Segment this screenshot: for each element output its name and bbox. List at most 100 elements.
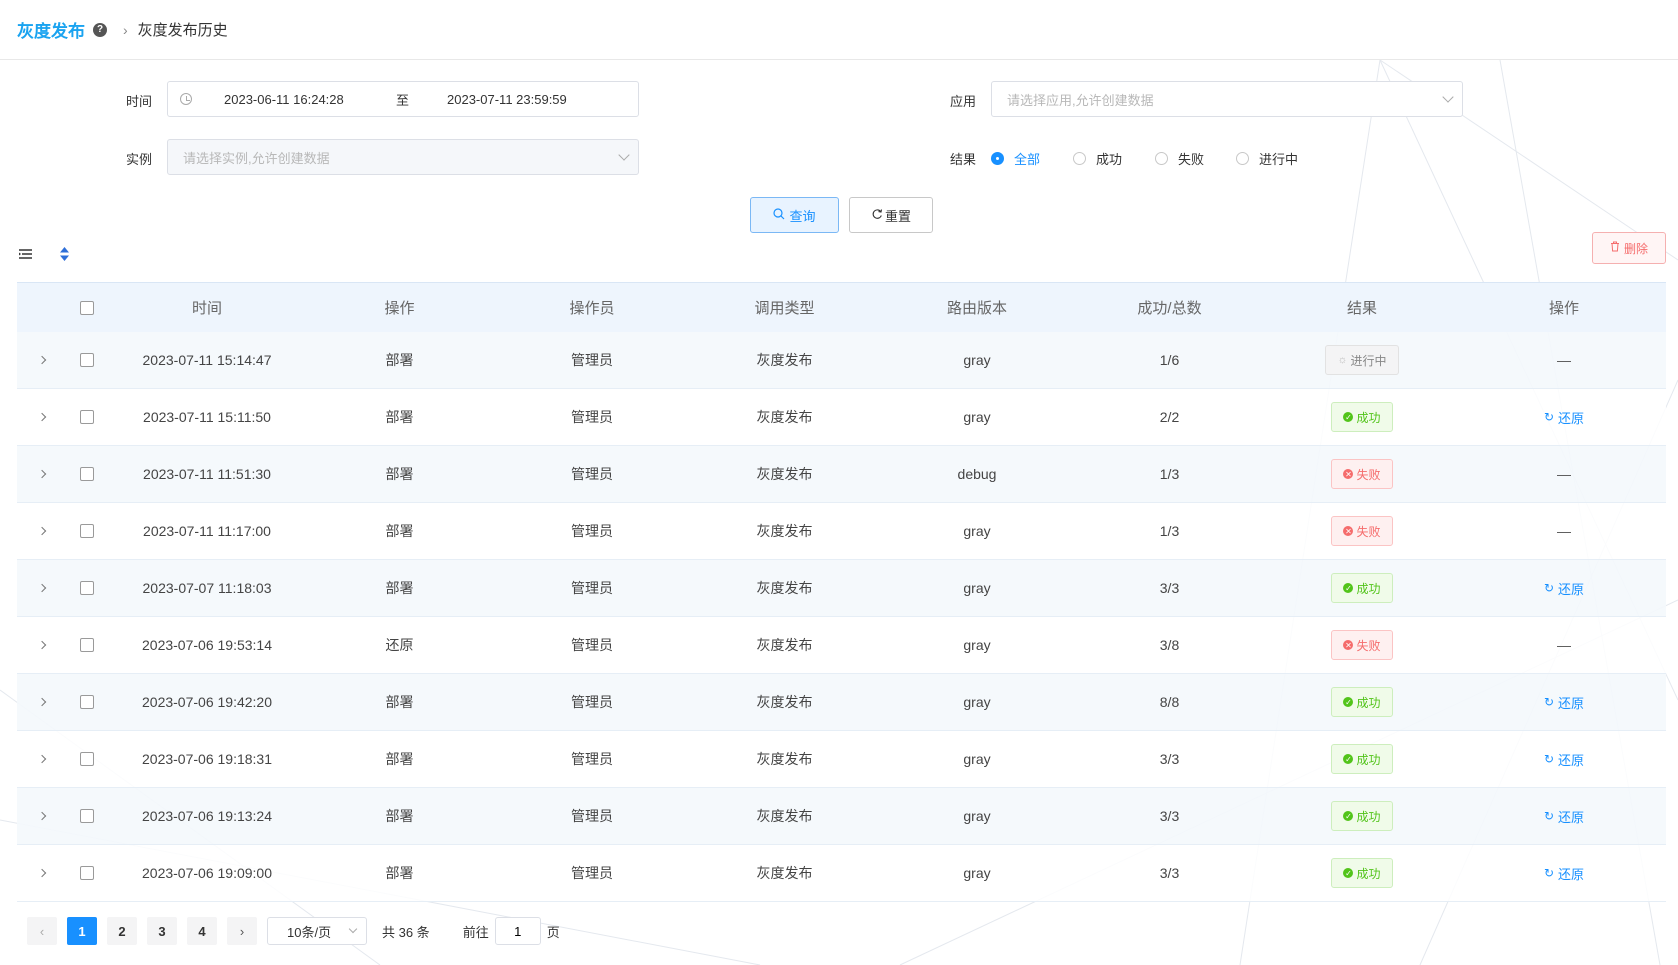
time-range-picker[interactable]: 2023-06-11 16:24:28 至 2023-07-11 23:59:5… — [167, 81, 639, 117]
status-badge: ✕ 失败 — [1331, 630, 1393, 660]
expand-cell[interactable] — [17, 731, 67, 787]
cell-operator: 管理员 — [571, 466, 613, 482]
chevron-right-icon[interactable] — [37, 412, 47, 422]
restore-button[interactable]: ↻ 还原 — [1544, 750, 1584, 769]
table-row: 2023-07-07 11:18:03 部署 管理员 灰度发布 gray 3/3 ✓ 成功 ↻ 还… — [17, 560, 1666, 617]
expand-cell[interactable] — [17, 560, 67, 616]
row-checkbox[interactable] — [80, 467, 94, 481]
restore-label: 还原 — [1558, 809, 1585, 825]
row-checkbox[interactable] — [80, 695, 94, 709]
table-row: 2023-07-11 15:11:50 部署 管理员 灰度发布 gray 2/2 ✓ 成功 ↻ 还… — [17, 389, 1666, 446]
goto-page-input[interactable] — [494, 917, 541, 945]
cell-route-version: gray — [963, 352, 991, 368]
row-checkbox[interactable] — [80, 581, 94, 595]
chevron-right-icon[interactable] — [37, 697, 47, 707]
expand-cell[interactable] — [17, 674, 67, 730]
radio-fail[interactable]: 失败 — [1155, 149, 1204, 168]
page-4-button[interactable]: 4 — [187, 917, 217, 945]
row-checkbox[interactable] — [80, 353, 94, 367]
restore-button[interactable]: ↻ 还原 — [1544, 693, 1584, 712]
status-text: 失败 — [1356, 638, 1381, 653]
chevron-right-icon[interactable] — [37, 754, 47, 764]
expand-cell[interactable] — [17, 332, 67, 388]
radio-dot — [1236, 152, 1249, 165]
cell-success-total: 2/2 — [1159, 409, 1180, 425]
restore-button[interactable]: ↻ 还原 — [1544, 408, 1584, 427]
checkbox-cell — [67, 503, 107, 559]
checkbox-cell — [67, 788, 107, 844]
time-end-value[interactable]: 2023-07-11 23:59:59 — [447, 92, 567, 107]
cell-success-total: 3/3 — [1159, 865, 1180, 881]
app-label: 应用 — [950, 94, 977, 109]
restore-label: 还原 — [1558, 695, 1585, 711]
sort-icon[interactable] — [59, 246, 70, 265]
status-badge: ✓ 成功 — [1331, 687, 1393, 717]
query-button[interactable]: 查询 — [750, 197, 839, 233]
page-1-button[interactable]: 1 — [67, 917, 97, 945]
history-table: 时间 操作 操作员 调用类型 路由版本 成功/总数 结果 操作 2023-07-… — [17, 282, 1666, 902]
chevron-right-icon[interactable] — [37, 583, 47, 593]
expand-cell[interactable] — [17, 845, 67, 901]
row-checkbox[interactable] — [80, 410, 94, 424]
radio-success[interactable]: 成功 — [1073, 149, 1122, 168]
next-page-button[interactable]: › — [227, 917, 257, 945]
cell-operation: 部署 — [385, 808, 414, 824]
reset-button[interactable]: 重置 — [849, 197, 933, 233]
page-2-button[interactable]: 2 — [107, 917, 137, 945]
cell-result: ✓ 成功 — [1262, 560, 1462, 616]
expand-cell[interactable] — [17, 617, 67, 673]
row-checkbox[interactable] — [80, 524, 94, 538]
question-circle-icon[interactable]: ? — [93, 22, 107, 37]
status-badge: ☼ 进行中 — [1325, 345, 1399, 375]
radio-running[interactable]: 进行中 — [1236, 149, 1298, 168]
radio-success-label: 成功 — [1096, 152, 1123, 167]
chevron-right-icon: › — [123, 21, 128, 38]
time-start-value[interactable]: 2023-06-11 16:24:28 — [224, 92, 374, 107]
status-text: 成功 — [1356, 866, 1381, 881]
chevron-right-icon[interactable] — [37, 811, 47, 821]
row-checkbox[interactable] — [80, 809, 94, 823]
cell-call-type: 灰度发布 — [756, 808, 813, 824]
delete-button[interactable]: 删除 — [1592, 232, 1666, 264]
cell-route-version: gray — [963, 580, 991, 596]
cell-time: 2023-07-11 11:17:00 — [143, 523, 271, 539]
no-action: — — [1557, 466, 1571, 482]
expand-header — [17, 283, 67, 332]
expand-cell[interactable] — [17, 446, 67, 502]
restore-button[interactable]: ↻ 还原 — [1544, 864, 1584, 883]
cell-call-type: 灰度发布 — [756, 637, 813, 653]
restore-label: 还原 — [1558, 581, 1585, 597]
restore-button[interactable]: ↻ 还原 — [1544, 579, 1584, 598]
radio-all[interactable]: 全部 — [991, 149, 1040, 168]
expand-cell[interactable] — [17, 503, 67, 559]
prev-page-button[interactable]: ‹ — [27, 917, 57, 945]
instance-select[interactable]: 请选择实例,允许创建数据 — [167, 139, 639, 175]
cell-result: ✓ 成功 — [1262, 788, 1462, 844]
query-button-label: 查询 — [789, 208, 816, 224]
status-text: 失败 — [1356, 467, 1381, 482]
cell-time: 2023-07-07 11:18:03 — [142, 580, 272, 596]
status-badge: ✓ 成功 — [1331, 801, 1393, 831]
chevron-right-icon[interactable] — [37, 469, 47, 479]
chevron-right-icon[interactable] — [37, 640, 47, 650]
restore-button[interactable]: ↻ 还原 — [1544, 807, 1584, 826]
row-checkbox[interactable] — [80, 638, 94, 652]
cell-success-total: 3/3 — [1159, 808, 1180, 824]
row-checkbox[interactable] — [80, 866, 94, 880]
app-select[interactable]: 请选择应用,允许创建数据 — [991, 81, 1463, 117]
cell-action: — — [1462, 617, 1666, 673]
checkbox-cell — [67, 617, 107, 673]
chevron-right-icon[interactable] — [37, 355, 47, 365]
chevron-right-icon[interactable] — [37, 526, 47, 536]
expand-cell[interactable] — [17, 389, 67, 445]
chevron-right-icon[interactable] — [37, 868, 47, 878]
select-all-checkbox[interactable] — [80, 300, 94, 315]
page-3-button[interactable]: 3 — [147, 917, 177, 945]
undo-icon: ↻ — [1543, 581, 1555, 595]
row-checkbox[interactable] — [80, 752, 94, 766]
cell-success-total: 3/8 — [1159, 637, 1180, 653]
page-title[interactable]: 灰度发布 — [17, 17, 85, 42]
expand-cell[interactable] — [17, 788, 67, 844]
column-settings-icon[interactable] — [19, 248, 32, 263]
page-size-select[interactable]: 10条/页 — [267, 917, 367, 945]
